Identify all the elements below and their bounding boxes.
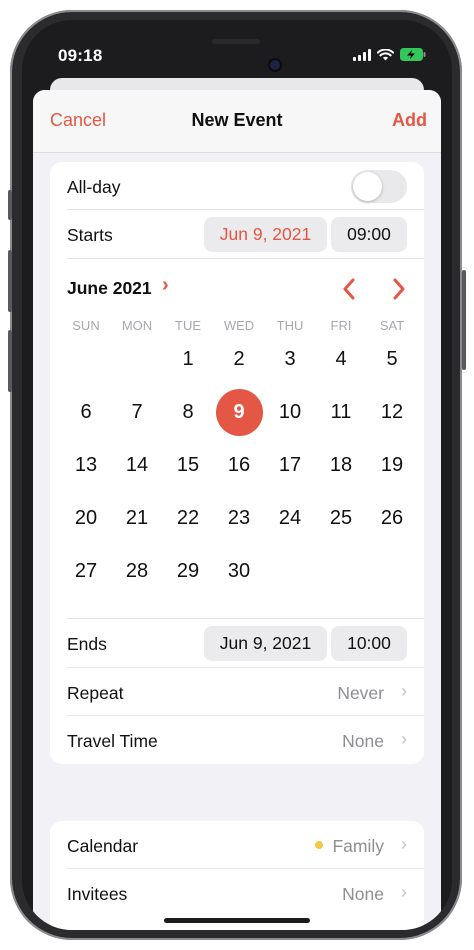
travel-time-value: None xyxy=(342,731,384,751)
calendar-day[interactable]: 30 xyxy=(213,546,265,596)
calendar-day[interactable]: 20 xyxy=(60,493,112,543)
calendar-day[interactable]: 2 xyxy=(213,334,265,384)
calendar-color-dot-icon xyxy=(315,841,323,849)
starts-date-button[interactable]: Jun 9, 2021 xyxy=(204,217,327,252)
new-event-sheet: Cancel New Event Add All-day Starts Jun … xyxy=(33,90,441,930)
calendar-day[interactable]: 13 xyxy=(60,440,112,490)
calendar-invitees-card: Calendar Family › Invitees None › xyxy=(50,821,424,930)
starts-label: Starts xyxy=(67,225,113,245)
invitees-row[interactable]: Invitees None › xyxy=(50,869,424,917)
home-indicator[interactable] xyxy=(164,918,310,923)
screen: 09:18 Cancel New Event Add All-day Start… xyxy=(22,20,452,930)
weekday-label: WED xyxy=(223,318,255,333)
repeat-value: Never xyxy=(337,683,384,703)
toggle-knob xyxy=(353,172,382,201)
travel-time-row[interactable]: Travel Time None › xyxy=(50,716,424,764)
travel-time-label: Travel Time xyxy=(67,731,158,751)
ends-row: Ends Jun 9, 2021 10:00 xyxy=(50,619,424,667)
calendar-day[interactable]: 10 xyxy=(264,387,316,437)
calendar-day[interactable]: 27 xyxy=(60,546,112,596)
allday-label: All-day xyxy=(67,177,121,197)
silent-switch xyxy=(8,190,12,220)
calendar-value: Family xyxy=(332,836,384,856)
chevron-right-icon: › xyxy=(401,834,407,854)
allday-row: All-day xyxy=(50,162,424,210)
starts-time-button[interactable]: 09:00 xyxy=(331,217,407,252)
calendar-day[interactable]: 5 xyxy=(366,334,418,384)
calendar-day[interactable]: 7 xyxy=(111,387,163,437)
wifi-icon xyxy=(377,48,394,60)
weekday-label: SAT xyxy=(379,318,405,333)
calendar-label: Calendar xyxy=(67,836,139,856)
repeat-row[interactable]: Repeat Never › xyxy=(50,668,424,716)
calendar-day[interactable]: 21 xyxy=(111,493,163,543)
calendar-day[interactable]: 28 xyxy=(111,546,163,596)
next-month-button[interactable] xyxy=(392,278,406,300)
calendar-day[interactable]: 24 xyxy=(264,493,316,543)
calendar-day[interactable]: 23 xyxy=(213,493,265,543)
calendar-day[interactable]: 12 xyxy=(366,387,418,437)
calendar-day[interactable]: 15 xyxy=(162,440,214,490)
calendar-day-selected[interactable]: 9 xyxy=(215,388,263,436)
starts-row: Starts Jun 9, 2021 09:00 xyxy=(50,210,424,258)
invitees-label: Invitees xyxy=(67,884,128,904)
calendar-day[interactable]: 25 xyxy=(315,493,367,543)
allday-toggle[interactable] xyxy=(351,170,407,203)
power-button xyxy=(462,270,466,370)
weekday-label: SUN xyxy=(72,318,100,333)
divider xyxy=(67,258,424,259)
chevron-right-icon: › xyxy=(401,681,407,701)
weekday-label: FRI xyxy=(330,318,352,333)
invitees-value: None xyxy=(342,884,384,904)
repeat-label: Repeat xyxy=(67,683,124,703)
status-bar: 09:18 xyxy=(22,20,452,80)
ends-date-button[interactable]: Jun 9, 2021 xyxy=(204,626,327,661)
calendar-day[interactable]: 6 xyxy=(60,387,112,437)
month-picker-chevron-icon[interactable]: › xyxy=(162,274,169,297)
chevron-right-icon: › xyxy=(401,729,407,749)
chevron-right-icon: › xyxy=(401,882,407,902)
calendar-day[interactable]: 29 xyxy=(162,546,214,596)
ends-label: Ends xyxy=(67,634,107,654)
volume-up-button xyxy=(8,250,12,312)
calendar-day[interactable]: 22 xyxy=(162,493,214,543)
calendar-day[interactable]: 4 xyxy=(315,334,367,384)
calendar-day[interactable]: 18 xyxy=(315,440,367,490)
navigation-bar: Cancel New Event Add xyxy=(33,90,441,153)
status-time: 09:18 xyxy=(58,46,103,65)
previous-month-button[interactable] xyxy=(342,278,356,300)
calendar-day[interactable]: 26 xyxy=(366,493,418,543)
calendar-day[interactable]: 16 xyxy=(213,440,265,490)
speaker-grille xyxy=(212,39,260,44)
calendar-day[interactable]: 11 xyxy=(315,387,367,437)
weekday-label: TUE xyxy=(175,318,201,333)
ends-time-button[interactable]: 10:00 xyxy=(331,626,407,661)
sheet-title: New Event xyxy=(191,110,283,130)
front-camera xyxy=(270,60,280,70)
cellular-signal-icon xyxy=(353,48,371,61)
status-icons xyxy=(353,48,426,61)
calendar-day[interactable]: 14 xyxy=(111,440,163,490)
calendar-day[interactable]: 8 xyxy=(162,387,214,437)
date-time-card: All-day Starts Jun 9, 2021 09:00 June 20… xyxy=(50,162,424,764)
calendar-day[interactable]: 3 xyxy=(264,334,316,384)
volume-down-button xyxy=(8,330,12,392)
month-year-label[interactable]: June 2021 xyxy=(67,278,152,299)
calendar-row[interactable]: Calendar Family › xyxy=(50,821,424,869)
battery-charging-icon xyxy=(400,48,426,61)
weekday-label: THU xyxy=(276,318,304,333)
calendar-day[interactable]: 19 xyxy=(366,440,418,490)
calendar-day[interactable]: 1 xyxy=(162,334,214,384)
weekday-label: MON xyxy=(121,318,153,333)
calendar-day[interactable]: 17 xyxy=(264,440,316,490)
add-button[interactable]: Add xyxy=(392,110,427,131)
